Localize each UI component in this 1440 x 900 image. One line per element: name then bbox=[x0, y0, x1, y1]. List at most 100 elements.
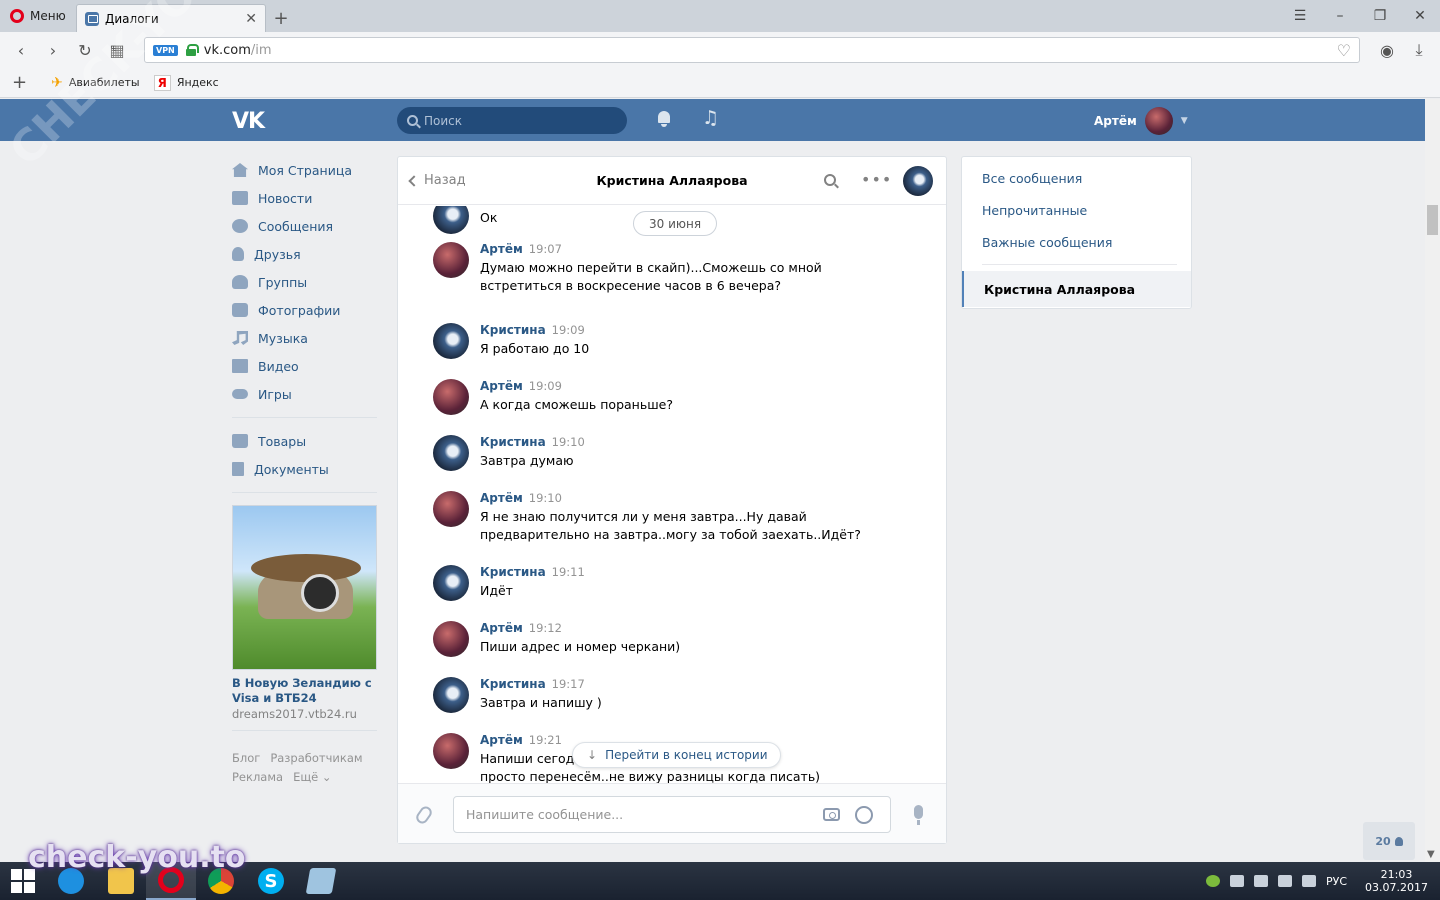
sidebar-item-video[interactable]: Видео bbox=[232, 352, 377, 380]
forward-icon[interactable]: › bbox=[40, 37, 66, 63]
more-actions-icon[interactable]: ••• bbox=[861, 170, 892, 189]
footer-link-blog[interactable]: Блог bbox=[232, 751, 260, 765]
scrollbar-thumb[interactable] bbox=[1427, 205, 1438, 235]
emoji-smile-icon[interactable] bbox=[855, 806, 873, 824]
nvidia-icon[interactable] bbox=[1205, 875, 1220, 887]
filter-all-messages[interactable]: Все сообщения bbox=[962, 162, 1191, 194]
attach-clip-icon[interactable] bbox=[413, 804, 435, 826]
back-icon[interactable]: ‹ bbox=[8, 37, 34, 63]
avatar[interactable] bbox=[433, 491, 469, 527]
vk-logo[interactable]: VK bbox=[232, 109, 265, 134]
restore-button[interactable]: ❐ bbox=[1360, 0, 1400, 32]
sidebar-item-photos[interactable]: Фотографии bbox=[232, 296, 377, 324]
avatar[interactable] bbox=[433, 565, 469, 601]
message-time: 19:12 bbox=[528, 621, 562, 635]
flag-icon[interactable] bbox=[1253, 875, 1268, 887]
message-author[interactable]: Кристина 19:11 bbox=[480, 565, 585, 579]
taskbar-skype[interactable]: S bbox=[246, 862, 296, 900]
message-list[interactable]: Ок 30 июня Артём 19:07 Думаю можно перейти… bbox=[398, 206, 946, 783]
opera-menu-label: Меню bbox=[30, 9, 66, 23]
language-indicator[interactable]: РУС bbox=[1326, 875, 1347, 888]
network-icon[interactable] bbox=[1277, 875, 1292, 887]
message-author[interactable]: Артём 19:21 bbox=[480, 733, 562, 747]
message-author[interactable]: Кристина 19:09 bbox=[480, 323, 585, 337]
new-tab-button[interactable]: + bbox=[266, 4, 296, 32]
message-author[interactable]: Кристина 19:10 bbox=[480, 435, 585, 449]
sidebar-item-groups[interactable]: Группы bbox=[232, 268, 377, 296]
bookmark-heart-icon[interactable]: ♡ bbox=[1337, 41, 1351, 60]
home-icon bbox=[232, 163, 248, 177]
tab-menu-icon[interactable]: ☰ bbox=[1280, 0, 1320, 32]
close-tab-icon[interactable]: ✕ bbox=[245, 11, 257, 27]
date-separator: 30 июня bbox=[633, 211, 718, 236]
sidebar-item-games[interactable]: Игры bbox=[232, 380, 377, 408]
camera-icon[interactable] bbox=[823, 808, 840, 821]
sidebar-item-music[interactable]: Музыка bbox=[232, 324, 377, 352]
back-button[interactable]: Назад bbox=[408, 173, 466, 188]
ad-image[interactable] bbox=[232, 505, 377, 670]
vk-header: VK Поиск ♫ Артём ▼ bbox=[0, 99, 1425, 141]
person-icon bbox=[1394, 836, 1403, 846]
avatar[interactable] bbox=[433, 242, 469, 278]
message-author[interactable]: Кристина 19:17 bbox=[480, 677, 585, 691]
avatar[interactable] bbox=[433, 379, 469, 415]
taskbar-notes[interactable] bbox=[296, 862, 346, 900]
sidebar-item-my-page[interactable]: Моя Страница bbox=[232, 156, 377, 184]
sidebar-item-label: Сообщения bbox=[258, 218, 334, 234]
page-scrollbar[interactable]: ▼ bbox=[1425, 99, 1440, 862]
arrow-down-icon: ↓ bbox=[587, 748, 598, 762]
footer-link-ads[interactable]: Реклама bbox=[232, 770, 283, 784]
online-friends-badge[interactable]: 20 bbox=[1363, 822, 1415, 860]
taskbar-clock[interactable]: 21:03 03.07.2017 bbox=[1365, 868, 1428, 894]
scroll-down-arrow-icon[interactable]: ▼ bbox=[1427, 849, 1435, 860]
footer-link-more[interactable]: Ещё ⌄ bbox=[293, 770, 331, 784]
avatar[interactable] bbox=[433, 621, 469, 657]
close-window-button[interactable]: ✕ bbox=[1400, 0, 1440, 32]
message-author[interactable]: Артём 19:09 bbox=[480, 379, 562, 393]
active-dialog-tab[interactable]: Кристина Аллаярова bbox=[962, 271, 1191, 307]
ad-domain[interactable]: dreams2017.vtb24.ru bbox=[232, 707, 377, 721]
sidebar-item-news[interactable]: Новости bbox=[232, 184, 377, 212]
ad-title[interactable]: В Новую Зеландию с Visa и ВТБ24 bbox=[232, 676, 377, 706]
sidebar-item-messages[interactable]: Сообщения bbox=[232, 212, 377, 240]
steam-icon[interactable] bbox=[1229, 875, 1244, 887]
downloads-icon[interactable]: ⤓ bbox=[1406, 37, 1432, 63]
footer-link-dev[interactable]: Разработчикам bbox=[270, 751, 362, 765]
message-text: Я работаю до 10 bbox=[480, 341, 590, 356]
user-name: Артём bbox=[1094, 114, 1137, 128]
message-text: Завтра и напишу ) bbox=[480, 695, 602, 710]
sidebar-item-market[interactable]: Товары bbox=[232, 427, 377, 455]
avatar[interactable] bbox=[433, 435, 469, 471]
user-menu[interactable]: Артём ▼ bbox=[1094, 107, 1188, 135]
sidebar-item-friends[interactable]: Друзья bbox=[232, 240, 377, 268]
microphone-icon[interactable] bbox=[914, 805, 923, 825]
volume-icon[interactable] bbox=[1301, 875, 1316, 887]
avatar[interactable] bbox=[433, 323, 469, 359]
avatar[interactable] bbox=[433, 733, 469, 769]
vpn-status-icon[interactable]: ◉ bbox=[1374, 37, 1400, 63]
music-note-icon[interactable]: ♫ bbox=[702, 107, 719, 129]
sidebar-item-docs[interactable]: Документы bbox=[232, 455, 377, 483]
bookmark-yandex[interactable]: Я Яндекс bbox=[153, 74, 219, 91]
address-bar[interactable]: VPN vk.com/im ♡ bbox=[144, 37, 1360, 63]
avatar[interactable] bbox=[903, 166, 933, 196]
search-icon[interactable] bbox=[824, 174, 836, 186]
author-name: Кристина bbox=[480, 435, 546, 449]
notifications-bell-icon[interactable] bbox=[656, 110, 672, 128]
message-author[interactable]: Артём 19:07 bbox=[480, 242, 562, 256]
filter-unread[interactable]: Непрочитанные bbox=[962, 194, 1191, 226]
jump-to-end-button[interactable]: ↓ Перейти в конец истории bbox=[572, 742, 781, 768]
minimize-button[interactable]: – bbox=[1320, 0, 1360, 32]
avatar[interactable] bbox=[433, 677, 469, 713]
search-icon bbox=[407, 115, 418, 126]
message-author[interactable]: Артём 19:12 bbox=[480, 621, 562, 635]
url-text[interactable]: vk.com/im bbox=[204, 43, 1329, 58]
avatar[interactable] bbox=[433, 206, 469, 234]
filter-important[interactable]: Важные сообщения bbox=[962, 226, 1191, 258]
lock-icon[interactable] bbox=[185, 44, 199, 56]
system-tray: РУС 21:03 03.07.2017 bbox=[1205, 868, 1440, 894]
message-author[interactable]: Артём 19:10 bbox=[480, 491, 562, 505]
opera-menu-button[interactable]: Меню bbox=[0, 0, 76, 32]
add-bookmark-icon[interactable]: + bbox=[12, 72, 27, 93]
header-search-input[interactable]: Поиск bbox=[397, 107, 627, 134]
